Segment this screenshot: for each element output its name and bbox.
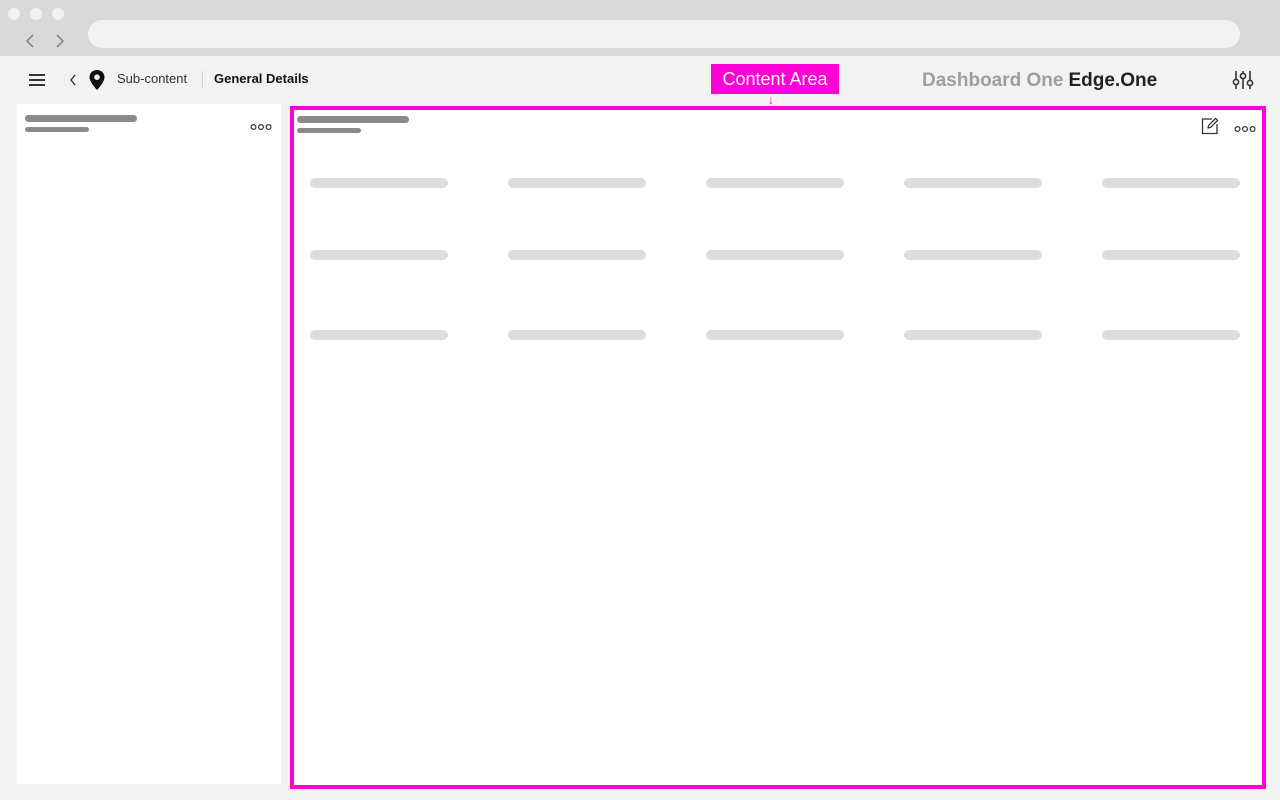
skeleton-cell <box>904 250 1042 260</box>
back-chevron-icon[interactable] <box>66 70 80 90</box>
skeleton-cell <box>310 178 448 188</box>
annotation-arrow-icon: ↓ <box>768 93 774 107</box>
close-window-dot[interactable] <box>8 8 20 20</box>
skeleton-cell <box>508 330 646 340</box>
location-pin-icon <box>88 69 106 91</box>
skeleton-cell <box>310 330 448 340</box>
edit-icon[interactable] <box>1200 116 1220 136</box>
browser-chrome <box>0 0 1280 56</box>
skeleton-row <box>310 330 1242 340</box>
breadcrumb-current: General Details <box>214 71 309 86</box>
content-subtitle-placeholder <box>297 128 361 133</box>
brand-primary: Dashboard One <box>922 70 1064 91</box>
skeleton-cell <box>904 330 1042 340</box>
hamburger-menu-icon[interactable] <box>28 70 46 90</box>
skeleton-cell <box>508 178 646 188</box>
filter-sliders-icon[interactable] <box>1232 69 1254 91</box>
skeleton-cell <box>508 250 646 260</box>
skeleton-cell <box>1102 178 1240 188</box>
browser-forward-icon[interactable] <box>52 30 68 52</box>
skeleton-cell <box>1102 330 1240 340</box>
left-panel-title-placeholder <box>25 115 137 122</box>
content-title-placeholder <box>297 116 409 123</box>
address-bar[interactable] <box>88 20 1240 48</box>
left-panel <box>17 104 281 784</box>
skeleton-cell <box>1102 250 1240 260</box>
left-panel-more-icon[interactable] <box>250 119 272 131</box>
skeleton-cell <box>706 250 844 260</box>
content-area-annotation-label: Content Area <box>711 64 839 94</box>
app-header: Sub-content General Details Content Area… <box>0 56 1280 107</box>
skeleton-cell <box>310 250 448 260</box>
brand-secondary: Edge.One <box>1068 70 1158 91</box>
content-more-icon[interactable] <box>1234 121 1256 133</box>
window-controls <box>8 8 64 20</box>
left-panel-subtitle-placeholder <box>25 127 89 132</box>
breadcrumb-parent[interactable]: Sub-content <box>117 71 187 87</box>
browser-back-icon[interactable] <box>22 30 38 52</box>
browser-nav <box>22 30 68 52</box>
breadcrumb-divider <box>202 71 203 88</box>
skeleton-row <box>310 178 1242 188</box>
skeleton-cell <box>904 178 1042 188</box>
brand-logo: Dashboard One Edge.One <box>922 70 1157 92</box>
skeleton-row <box>310 250 1242 260</box>
skeleton-cell <box>706 178 844 188</box>
skeleton-cell <box>706 330 844 340</box>
minimize-window-dot[interactable] <box>30 8 42 20</box>
content-area <box>290 106 1266 789</box>
maximize-window-dot[interactable] <box>52 8 64 20</box>
